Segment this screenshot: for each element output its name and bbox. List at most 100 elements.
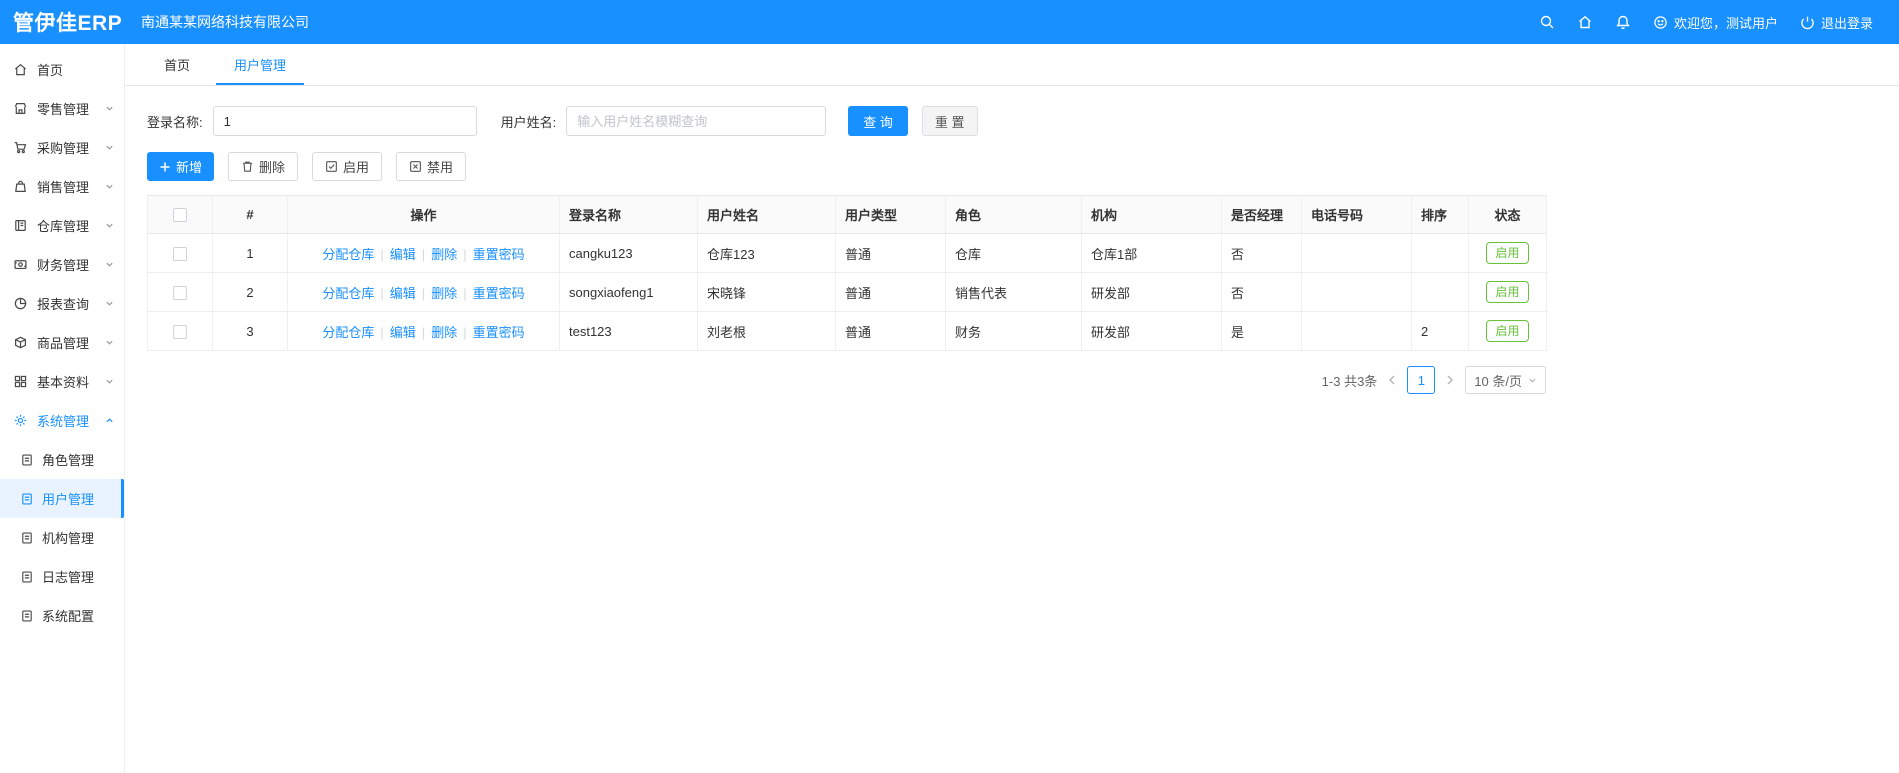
status-badge[interactable]: 启用 xyxy=(1486,242,1529,264)
delete-button-label: 删除 xyxy=(259,160,286,175)
chevron-down-icon xyxy=(105,143,114,152)
sidebar-item-label: 基本资料 xyxy=(37,375,90,390)
status-badge[interactable]: 启用 xyxy=(1486,320,1529,342)
sidebar-item-purchase[interactable]: 采购管理 xyxy=(0,128,124,167)
sidebar-item-system[interactable]: 系统管理 xyxy=(0,401,124,440)
tab-home[interactable]: 首页 xyxy=(146,46,208,85)
row-index: 3 xyxy=(212,311,288,351)
sidebar-item-label: 系统配置 xyxy=(42,609,95,624)
sidebar-item-label: 首页 xyxy=(37,63,64,78)
row-actions: 分配仓库 | 编辑 | 删除 | 重置密码 xyxy=(287,311,560,351)
search-form: 登录名称: 用户姓名: 查 询 重 置 xyxy=(147,106,1899,136)
logout-text: 退出登录 xyxy=(1820,15,1873,31)
sidebar-item-basic-data[interactable]: 基本资料 xyxy=(0,362,124,401)
edit-link[interactable]: 编辑 xyxy=(390,325,416,340)
chevron-down-icon xyxy=(1528,373,1537,388)
enable-button[interactable]: 启用 xyxy=(312,152,383,181)
sidebar-item-retail[interactable]: 零售管理 xyxy=(0,89,124,128)
add-button[interactable]: 新增 xyxy=(147,152,215,181)
disable-button[interactable]: 禁用 xyxy=(396,152,467,181)
company-name: 南通某某网络科技有限公司 xyxy=(141,14,309,30)
edit-link[interactable]: 编辑 xyxy=(390,286,416,301)
sidebar-item-sales[interactable]: 销售管理 xyxy=(0,167,124,206)
cell-username: 宋晓锋 xyxy=(697,272,836,312)
document-icon xyxy=(20,570,34,584)
bell-icon[interactable] xyxy=(1615,14,1631,30)
reset-password-link[interactable]: 重置密码 xyxy=(473,325,525,340)
tab-user-management[interactable]: 用户管理 xyxy=(216,46,305,85)
sidebar-item-label: 采购管理 xyxy=(37,141,90,156)
reset-password-link[interactable]: 重置密码 xyxy=(473,286,525,301)
sidebar-item-warehouse[interactable]: 仓库管理 xyxy=(0,206,124,245)
cell-manager: 是 xyxy=(1221,311,1302,351)
cell-sort xyxy=(1411,233,1469,273)
logout-icon xyxy=(1800,15,1815,30)
prev-page-button[interactable] xyxy=(1387,374,1397,386)
query-button[interactable]: 查 询 xyxy=(848,106,908,136)
current-page[interactable]: 1 xyxy=(1407,366,1436,394)
row-checkbox[interactable] xyxy=(173,324,187,339)
sidebar-item-label: 报表查询 xyxy=(37,297,90,312)
chevron-down-icon xyxy=(105,377,114,386)
search-icon[interactable] xyxy=(1539,14,1555,30)
sidebar-item-product[interactable]: 商品管理 xyxy=(0,323,124,362)
delete-link[interactable]: 删除 xyxy=(431,247,457,262)
select-all-checkbox[interactable] xyxy=(173,208,187,223)
col-login: 登录名称 xyxy=(559,195,698,234)
page-content: 登录名称: 用户姓名: 查 询 重 置 新增 删除 启用 禁用 xyxy=(126,86,1899,394)
sidebar-item-org-management[interactable]: 机构管理 xyxy=(0,518,124,557)
chevron-down-icon xyxy=(105,299,114,308)
add-button-label: 新增 xyxy=(176,160,203,175)
sidebar-item-system-config[interactable]: 系统配置 xyxy=(0,596,124,635)
retail-icon xyxy=(13,101,28,116)
row-checkbox[interactable] xyxy=(173,285,187,300)
sidebar-item-home[interactable]: 首页 xyxy=(0,50,124,89)
warehouse-icon xyxy=(13,218,28,233)
assign-warehouse-link[interactable]: 分配仓库 xyxy=(322,247,374,262)
home-icon xyxy=(13,62,28,77)
sidebar-item-role-management[interactable]: 角色管理 xyxy=(0,440,124,479)
reset-password-link[interactable]: 重置密码 xyxy=(473,247,525,262)
home-icon[interactable] xyxy=(1577,14,1593,30)
assign-warehouse-link[interactable]: 分配仓库 xyxy=(322,286,374,301)
sidebar-item-label: 系统管理 xyxy=(37,414,90,429)
col-phone: 电话号码 xyxy=(1301,195,1412,234)
sidebar-item-user-management[interactable]: 用户管理 xyxy=(0,479,124,518)
col-sort: 排序 xyxy=(1411,195,1469,234)
row-index: 2 xyxy=(212,272,288,312)
disable-button-label: 禁用 xyxy=(427,160,454,175)
login-name-input[interactable] xyxy=(212,106,477,136)
col-status: 状态 xyxy=(1468,195,1547,234)
cell-manager: 否 xyxy=(1221,233,1302,273)
sidebar-item-report[interactable]: 报表查询 xyxy=(0,284,124,323)
cell-role: 销售代表 xyxy=(945,272,1082,312)
status-badge[interactable]: 启用 xyxy=(1486,281,1529,303)
row-actions: 分配仓库 | 编辑 | 删除 | 重置密码 xyxy=(287,272,560,312)
col-username: 用户姓名 xyxy=(697,195,836,234)
sidebar-item-log-management[interactable]: 日志管理 xyxy=(0,557,124,596)
delete-link[interactable]: 删除 xyxy=(431,325,457,340)
basic-data-icon xyxy=(13,374,28,389)
cell-usertype: 普通 xyxy=(835,311,946,351)
reset-button[interactable]: 重 置 xyxy=(921,106,978,136)
user-name-input[interactable] xyxy=(566,106,827,136)
cell-usertype: 普通 xyxy=(835,272,946,312)
cell-username: 刘老根 xyxy=(697,311,836,351)
sidebar-item-finance[interactable]: 财务管理 xyxy=(0,245,124,284)
welcome-user[interactable]: 欢迎您，测试用户 xyxy=(1653,13,1778,32)
purchase-icon xyxy=(13,140,28,155)
delete-button[interactable]: 删除 xyxy=(228,152,299,181)
user-table: # 操作 登录名称 用户姓名 用户类型 角色 机构 是否经理 电话号码 排序 状… xyxy=(147,195,1547,351)
edit-link[interactable]: 编辑 xyxy=(390,247,416,262)
page-size-select[interactable]: 10 条/页 xyxy=(1465,366,1546,394)
sidebar-item-label: 角色管理 xyxy=(42,453,95,468)
delete-link[interactable]: 删除 xyxy=(431,286,457,301)
assign-warehouse-link[interactable]: 分配仓库 xyxy=(322,325,374,340)
row-checkbox[interactable] xyxy=(173,246,187,261)
row-index: 1 xyxy=(212,233,288,273)
x-square-icon xyxy=(409,160,422,173)
app-logo: 管伊佳ERP xyxy=(13,12,123,35)
next-page-button[interactable] xyxy=(1445,374,1455,386)
logout-button[interactable]: 退出登录 xyxy=(1800,13,1873,32)
document-icon xyxy=(20,492,34,506)
